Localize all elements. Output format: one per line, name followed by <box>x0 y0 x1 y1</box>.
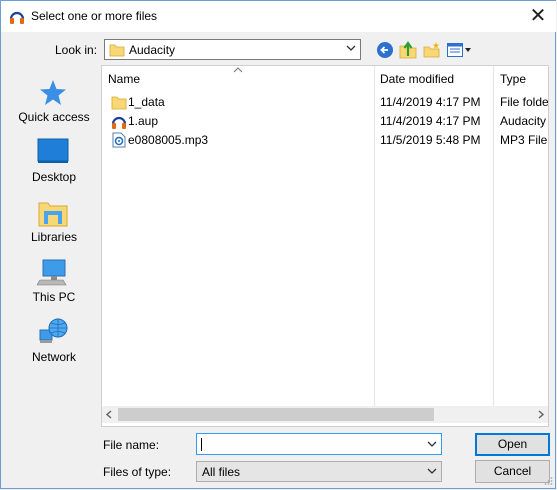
place-this-pc[interactable]: This PC <box>9 258 99 314</box>
file-name: 1_data <box>128 95 165 109</box>
place-label: Libraries <box>30 230 78 244</box>
place-network[interactable]: Network <box>9 318 99 374</box>
libraries-icon <box>38 202 68 227</box>
scroll-right-icon[interactable] <box>537 410 545 419</box>
scrollbar-thumb[interactable] <box>118 408 434 421</box>
places-bar: Quick access Desktop Libraries This PC N… <box>9 68 99 425</box>
mp3-file-icon <box>112 132 126 148</box>
place-label: This PC <box>32 290 76 304</box>
network-icon <box>39 318 68 343</box>
file-name-label: File name: <box>103 438 160 452</box>
folder-icon <box>109 44 125 57</box>
file-row-1_data[interactable]: 1_data 11/4/2019 4:17 PM File folder <box>102 93 549 112</box>
scroll-left-icon[interactable] <box>105 410 113 419</box>
file-name: e0808005.mp3 <box>128 133 209 147</box>
audacity-icon <box>111 116 127 129</box>
resize-grip-icon[interactable] <box>543 476 553 486</box>
place-desktop[interactable]: Desktop <box>9 138 99 194</box>
file-name: 1.aup <box>128 114 159 128</box>
up-folder-icon[interactable] <box>399 40 417 59</box>
sort-ascending-icon <box>233 67 243 73</box>
look-in-label: Look in: <box>55 43 98 57</box>
column-header-type[interactable]: Type <box>500 72 526 86</box>
look-in-dropdown[interactable]: Audacity <box>104 39 361 60</box>
view-menu-icon[interactable] <box>447 42 473 58</box>
place-label: Desktop <box>31 170 77 184</box>
file-list[interactable]: Name Date modified Type 1_data 11/4/2019… <box>101 65 549 427</box>
chevron-down-icon[interactable] <box>427 439 437 449</box>
back-arrow-icon[interactable] <box>376 41 394 59</box>
computer-icon <box>37 259 67 286</box>
file-type-label: Files of type: <box>103 465 172 479</box>
new-folder-icon[interactable] <box>423 41 441 59</box>
open-button[interactable]: Open <box>475 433 550 456</box>
file-type: File folder <box>500 95 549 109</box>
close-button[interactable]: ✕ <box>528 6 548 26</box>
desktop-icon <box>37 138 69 163</box>
place-label: Quick access <box>18 110 90 124</box>
chevron-down-icon <box>427 468 437 474</box>
cancel-button[interactable]: Cancel <box>475 460 550 483</box>
file-name-input[interactable] <box>196 433 442 455</box>
place-label: Network <box>31 350 76 364</box>
file-type: MP3 File <box>500 133 548 147</box>
file-type-value: All files <box>202 465 241 479</box>
file-type: Audacity Project <box>500 114 548 128</box>
folder-icon <box>111 96 127 110</box>
file-row-1-aup[interactable]: 1.aup 11/4/2019 4:17 PM Audacity Project <box>102 112 548 131</box>
file-date: 11/5/2019 5:48 PM <box>380 133 481 147</box>
file-date: 11/4/2019 4:17 PM <box>380 114 481 128</box>
horizontal-scrollbar[interactable] <box>102 406 548 423</box>
audacity-app-icon <box>9 11 25 24</box>
place-quick-access[interactable]: Quick access <box>9 78 99 134</box>
file-open-dialog: Select one or more files ✕ Look in: Auda… <box>0 0 556 489</box>
file-row-mp3[interactable]: e0808005.mp3 11/5/2019 5:48 PM MP3 File <box>102 131 548 150</box>
file-type-dropdown[interactable]: All files <box>196 461 442 482</box>
chevron-down-icon <box>346 45 356 51</box>
star-icon <box>40 80 66 105</box>
look-in-value: Audacity <box>129 43 176 57</box>
text-caret <box>201 438 202 451</box>
column-header-date[interactable]: Date modified <box>380 72 454 86</box>
column-header-name[interactable]: Name <box>108 72 140 86</box>
window-title: Select one or more files <box>31 9 158 23</box>
title-bar: Select one or more files ✕ <box>1 1 556 32</box>
file-date: 11/4/2019 4:17 PM <box>380 95 481 109</box>
place-libraries[interactable]: Libraries <box>9 198 99 254</box>
